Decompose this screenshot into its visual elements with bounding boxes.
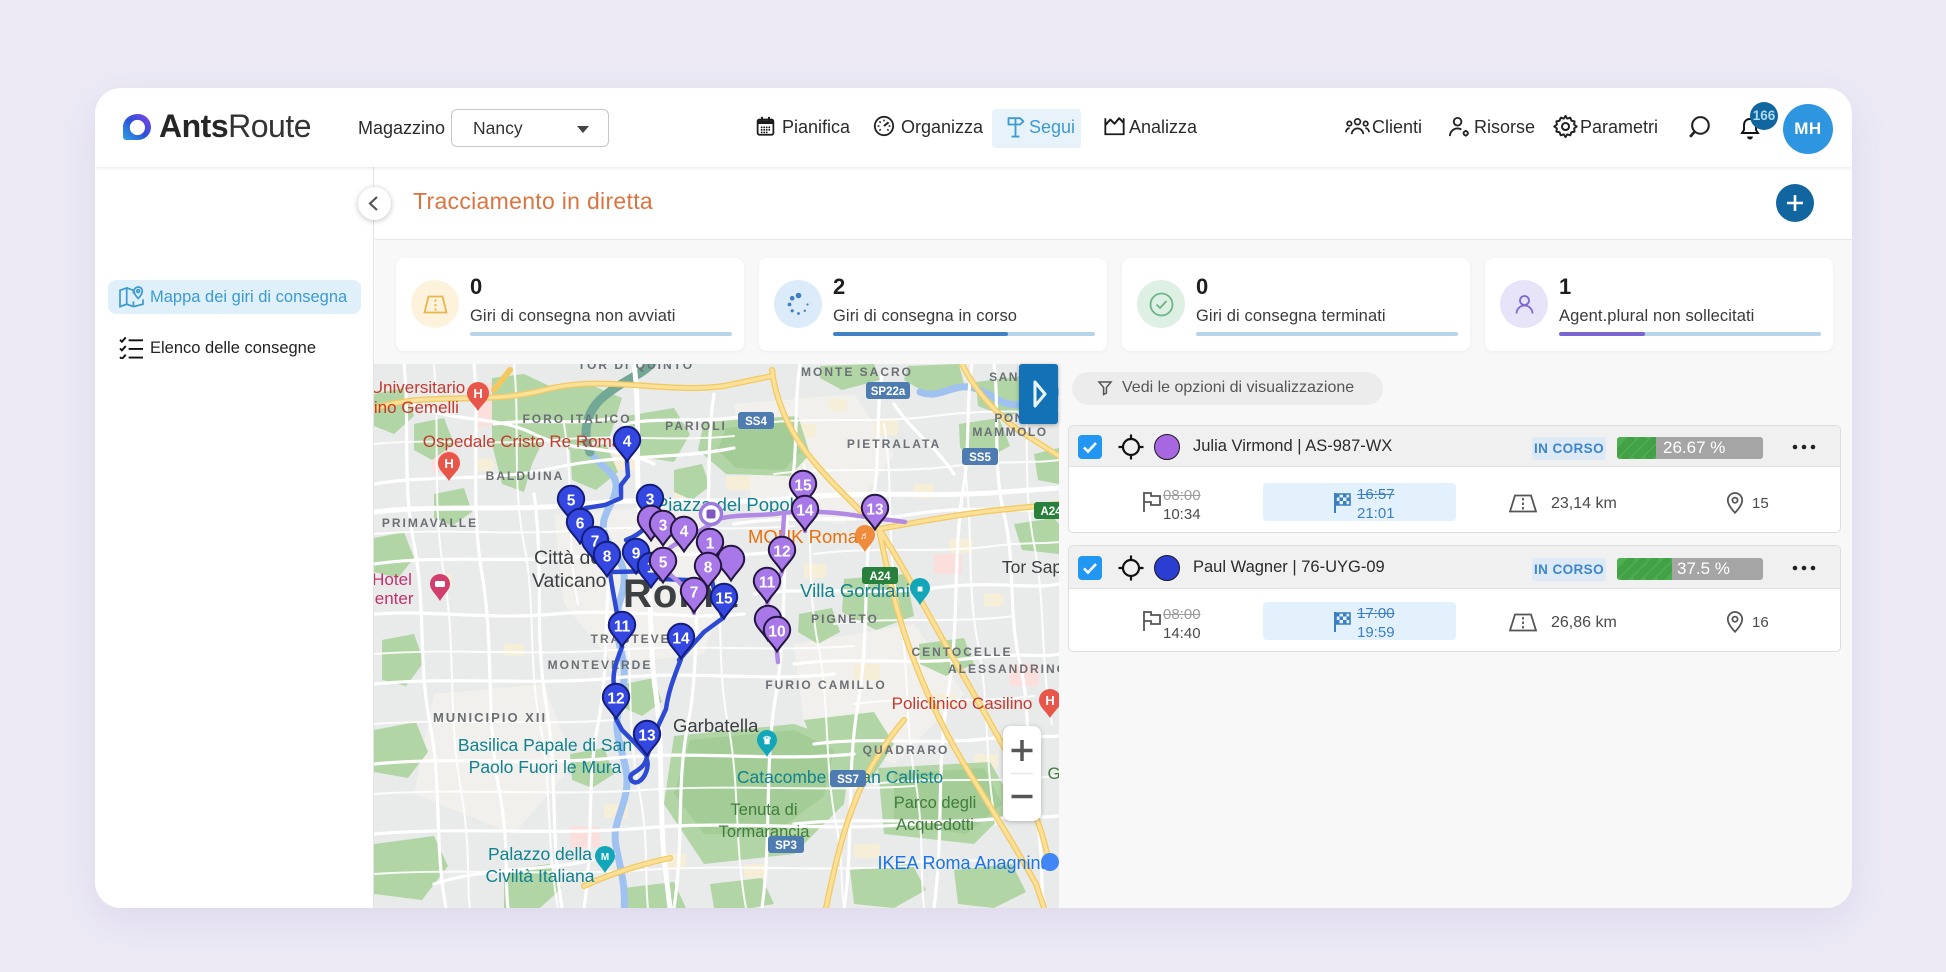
svg-text:11: 11 bbox=[759, 575, 776, 592]
svg-text:Hotel: Hotel bbox=[374, 570, 412, 589]
svg-text:12: 12 bbox=[773, 544, 790, 561]
svg-text:A24: A24 bbox=[869, 571, 891, 583]
svg-text:8: 8 bbox=[704, 560, 713, 577]
svg-text:12: 12 bbox=[607, 691, 624, 708]
svg-text:Palazzo della: Palazzo della bbox=[488, 844, 592, 864]
svg-text:Paolo Fuori le Mura: Paolo Fuori le Mura bbox=[469, 757, 622, 777]
svg-text:PRIMAVALLE: PRIMAVALLE bbox=[382, 516, 478, 530]
svg-text:IKEA Roma Anagnina: IKEA Roma Anagnina bbox=[877, 853, 1051, 873]
svg-text:Vaticano: Vaticano bbox=[532, 570, 607, 592]
svg-text:11: 11 bbox=[614, 619, 631, 636]
svg-text:FURIO CAMILLO: FURIO CAMILLO bbox=[765, 678, 886, 692]
svg-text:PIETRALATA: PIETRALATA bbox=[847, 437, 941, 451]
svg-text:6: 6 bbox=[576, 516, 585, 533]
svg-text:5: 5 bbox=[567, 493, 576, 510]
svg-text:15: 15 bbox=[794, 478, 812, 495]
svg-text:Center: Center bbox=[374, 589, 414, 608]
svg-text:♬: ♬ bbox=[860, 531, 870, 542]
svg-text:Tor Sap: Tor Sap bbox=[1002, 557, 1059, 577]
svg-text:Civiltà Italiana: Civiltà Italiana bbox=[486, 866, 595, 886]
svg-text:ALESSANDRINO: ALESSANDRINO bbox=[948, 662, 1059, 676]
svg-text:MONTE SACRO: MONTE SACRO bbox=[801, 365, 913, 379]
svg-text:CENTOCELLE: CENTOCELLE bbox=[911, 645, 1012, 659]
svg-text:A24: A24 bbox=[1040, 506, 1059, 518]
svg-text:1: 1 bbox=[706, 536, 715, 553]
svg-text:PARIOLI: PARIOLI bbox=[665, 419, 727, 433]
svg-text:Universitario: Universitario bbox=[374, 378, 465, 397]
svg-text:tino Gemelli: tino Gemelli bbox=[374, 398, 459, 417]
svg-text:Gr: Gr bbox=[1048, 764, 1059, 783]
svg-text:H: H bbox=[1045, 693, 1054, 708]
svg-text:PIGNETO: PIGNETO bbox=[811, 612, 879, 626]
svg-text:Acquedotti: Acquedotti bbox=[896, 816, 974, 834]
svg-text:QUADRARO: QUADRARO bbox=[863, 743, 950, 757]
svg-text:3: 3 bbox=[659, 518, 668, 535]
svg-text:13: 13 bbox=[866, 502, 884, 519]
svg-text:MAMMOLO: MAMMOLO bbox=[972, 425, 1047, 439]
svg-text:Parco degli: Parco degli bbox=[894, 794, 977, 812]
svg-text:7: 7 bbox=[690, 585, 699, 602]
svg-text:SS5: SS5 bbox=[969, 452, 991, 464]
svg-text:4: 4 bbox=[680, 524, 689, 541]
svg-text:■: ■ bbox=[917, 584, 923, 595]
svg-text:10: 10 bbox=[768, 624, 785, 641]
svg-text:4: 4 bbox=[623, 434, 632, 451]
svg-text:TOR DI QUINTO: TOR DI QUINTO bbox=[578, 364, 694, 372]
svg-text:13: 13 bbox=[638, 728, 656, 745]
svg-text:15: 15 bbox=[715, 591, 733, 608]
svg-text:MONTEVERDE: MONTEVERDE bbox=[548, 658, 653, 672]
svg-text:Garbatella: Garbatella bbox=[673, 715, 759, 736]
svg-text:H: H bbox=[473, 386, 482, 401]
svg-text:SAN: SAN bbox=[989, 370, 1019, 384]
svg-text:5: 5 bbox=[659, 555, 668, 572]
svg-text:SS7: SS7 bbox=[837, 774, 859, 786]
svg-text:SP3: SP3 bbox=[775, 840, 797, 852]
svg-text:H: H bbox=[444, 456, 453, 471]
svg-text:MUNICIPIO XII: MUNICIPIO XII bbox=[433, 710, 547, 725]
svg-text:FORO ITALICO: FORO ITALICO bbox=[522, 412, 631, 426]
svg-text:♛: ♛ bbox=[762, 735, 772, 747]
svg-text:Ospedale Cristo Re Roma: Ospedale Cristo Re Roma bbox=[423, 432, 622, 451]
svg-text:M: M bbox=[601, 852, 609, 863]
svg-text:SS4: SS4 bbox=[745, 416, 767, 428]
svg-text:Policlinico Casilino: Policlinico Casilino bbox=[892, 694, 1033, 713]
svg-text:Tenuta di: Tenuta di bbox=[731, 801, 798, 819]
svg-text:8: 8 bbox=[603, 549, 612, 566]
svg-text:14: 14 bbox=[672, 631, 690, 648]
svg-text:14: 14 bbox=[796, 503, 814, 520]
svg-text:BALDUINA: BALDUINA bbox=[486, 469, 565, 483]
svg-text:Basilica Papale di San: Basilica Papale di San bbox=[458, 735, 632, 755]
svg-text:SP22a: SP22a bbox=[871, 386, 906, 398]
